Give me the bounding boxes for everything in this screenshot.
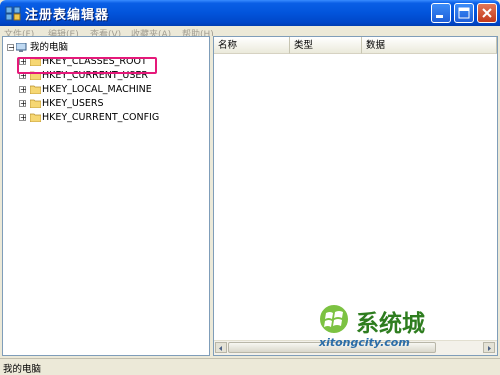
tree-item-hkey-local-machine[interactable]: + HKEY_LOCAL_MACHINE — [19, 83, 209, 97]
watermark-logo: 系统城 xitongcity.com — [316, 303, 488, 352]
column-header-name[interactable]: 名称 — [214, 37, 290, 54]
highlight-box — [17, 57, 157, 74]
tree-item-hkey-current-config[interactable]: + HKEY_CURRENT_CONFIG — [19, 111, 209, 125]
watermark-name: 系统城 — [356, 310, 425, 337]
registry-tree-pane[interactable]: − 我的电脑 + HKEY_CLASSES_ROOT + HKEY_CURREN… — [2, 36, 210, 356]
close-icon — [482, 8, 492, 18]
expand-toggle[interactable]: + — [19, 114, 27, 122]
maximize-icon — [458, 7, 470, 19]
window-title: 注册表编辑器 — [25, 8, 110, 23]
folder-icon — [30, 85, 41, 94]
expand-toggle[interactable]: + — [19, 86, 27, 94]
windows-flag-logo-icon — [318, 303, 350, 335]
computer-icon — [16, 43, 27, 52]
title-bar[interactable]: 注册表编辑器 — [0, 0, 500, 26]
maximize-button[interactable] — [454, 3, 474, 23]
folder-icon — [30, 113, 41, 122]
tree-item-label: HKEY_LOCAL_MACHINE — [42, 84, 152, 95]
folder-icon — [30, 99, 41, 108]
collapse-toggle[interactable]: − — [7, 44, 15, 52]
watermark-url: xitongcity.com — [319, 336, 410, 349]
regedit-app-icon — [5, 6, 21, 21]
tree-item-label: HKEY_CURRENT_CONFIG — [42, 112, 160, 123]
tree-item-hkey-users[interactable]: + HKEY_USERS — [19, 97, 209, 111]
tree-item-my-computer[interactable]: − 我的电脑 — [7, 41, 207, 55]
column-header-data[interactable]: 数据 — [362, 37, 497, 54]
close-button[interactable] — [477, 3, 497, 23]
tree-item-label: HKEY_USERS — [42, 98, 104, 109]
arrow-left-icon — [219, 346, 222, 351]
minimize-button[interactable] — [431, 3, 451, 23]
status-bar: 我的电脑 — [0, 358, 500, 375]
tree-item-label: 我的电脑 — [30, 42, 69, 53]
status-text: 我的电脑 — [3, 364, 42, 375]
minimize-icon — [436, 15, 443, 18]
registry-editor-window: 注册表编辑器 文件(F) 编辑(E) 查看(V) 收藏夹(A) 帮助(H) − … — [0, 0, 500, 375]
expand-toggle[interactable]: + — [19, 100, 27, 108]
scroll-left-button[interactable] — [215, 342, 227, 353]
column-header-type[interactable]: 类型 — [290, 37, 362, 54]
